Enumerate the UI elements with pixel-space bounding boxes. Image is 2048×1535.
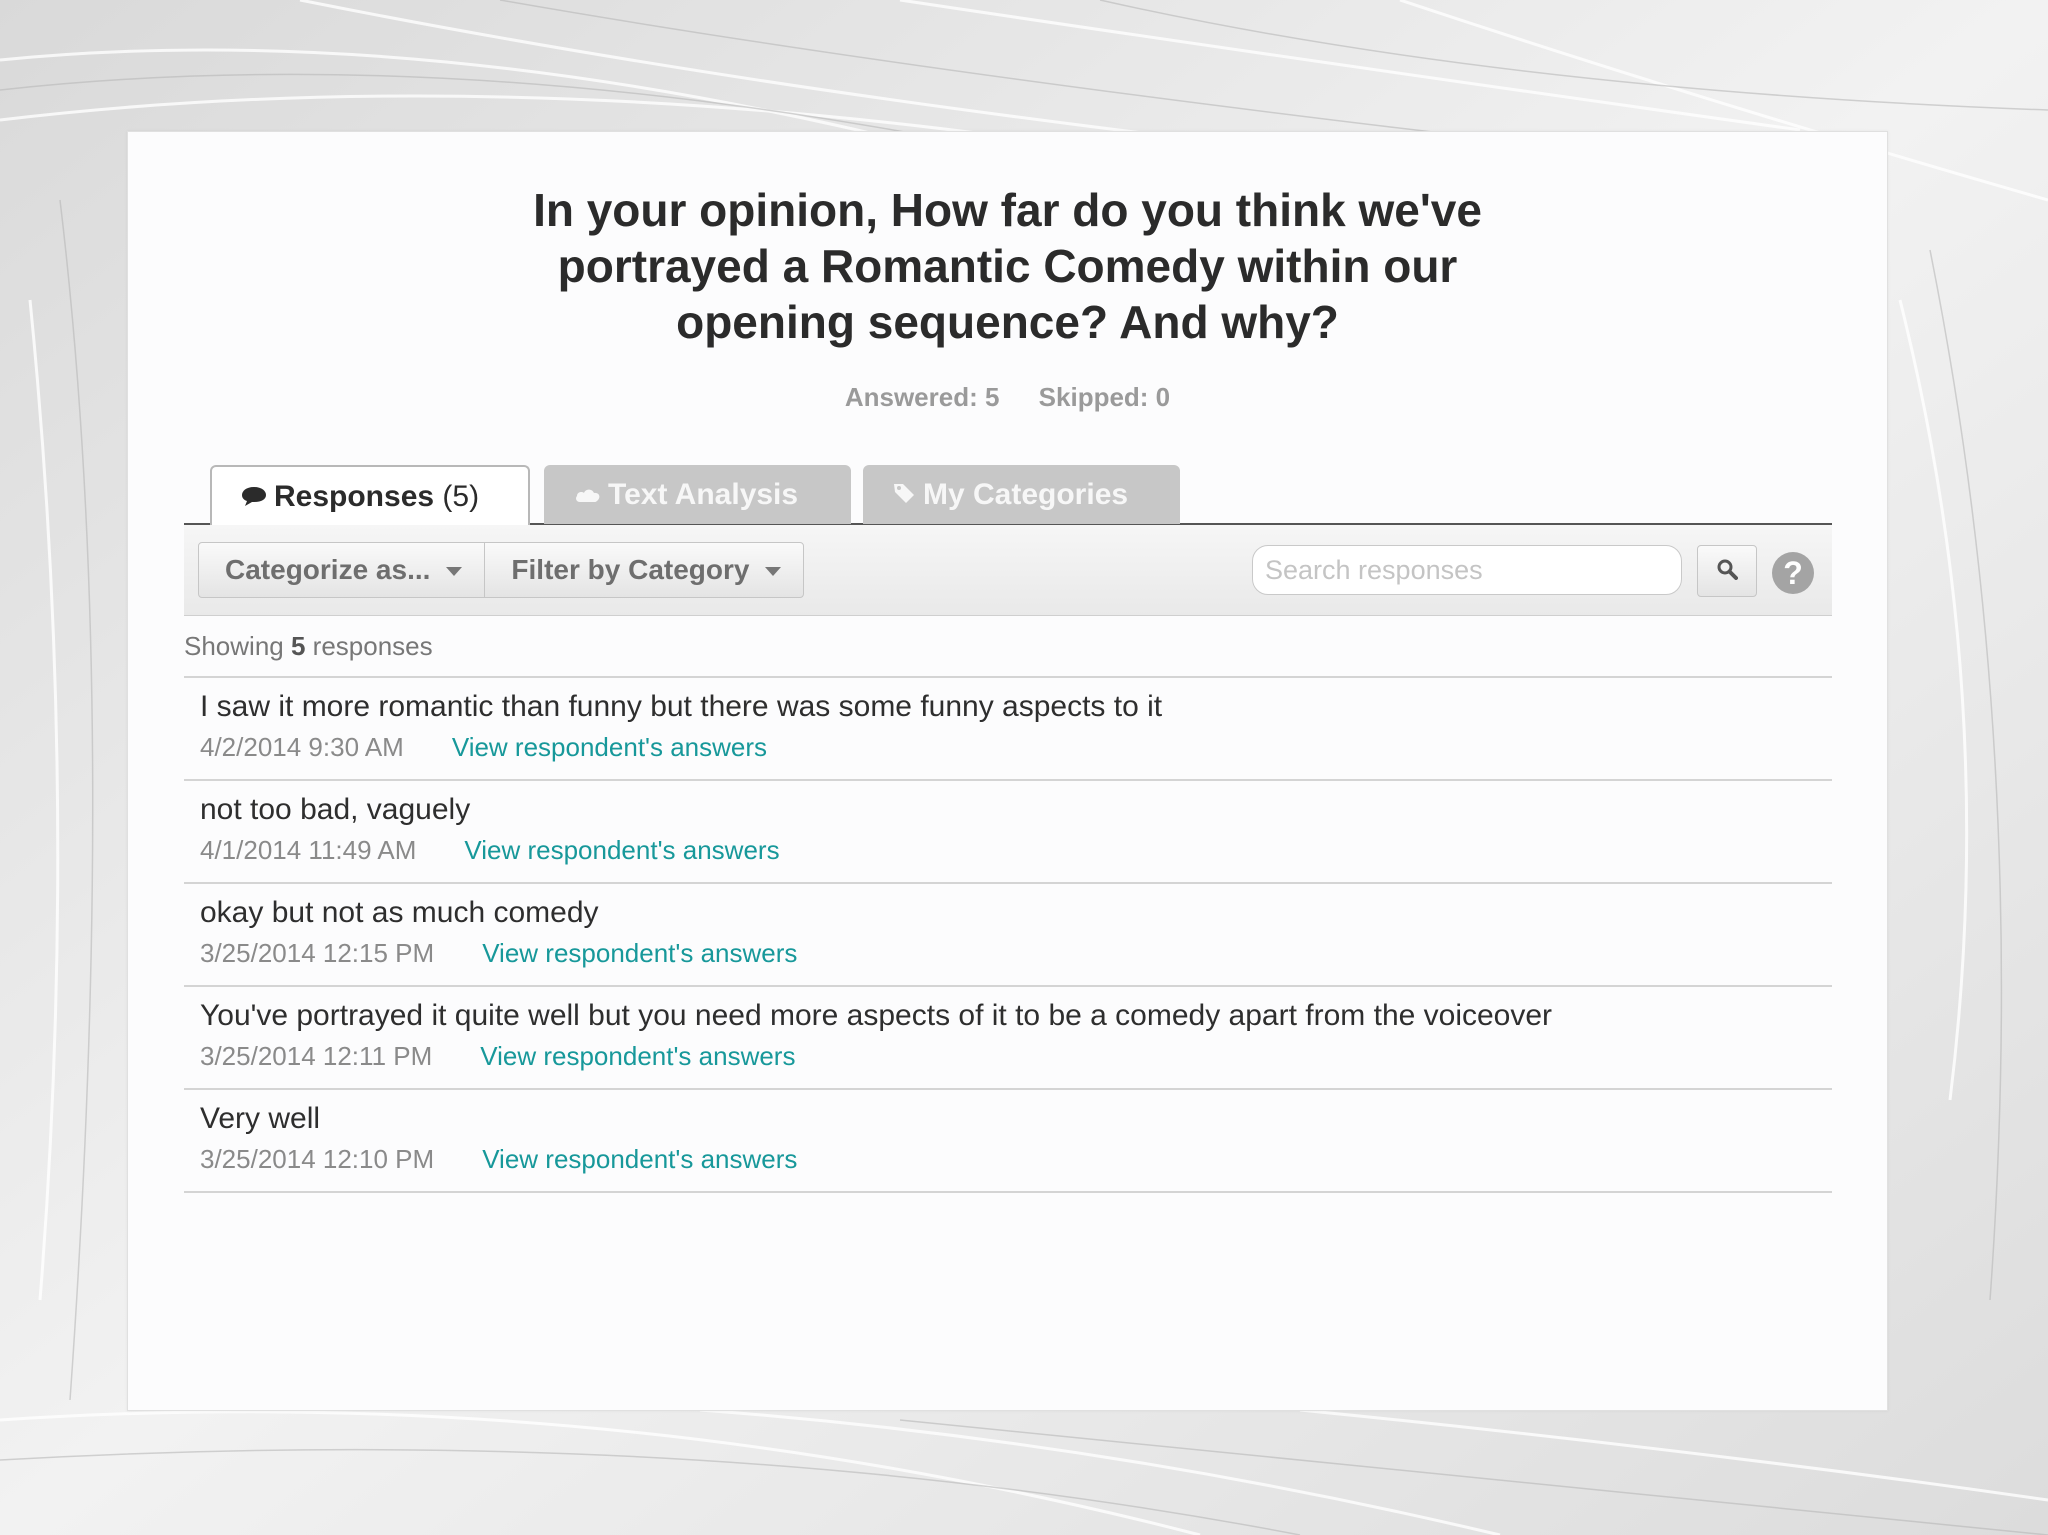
tab-responses-label: Responses: [274, 480, 435, 513]
question-summary-panel: In your opinion, How far do you think we…: [127, 131, 1888, 1411]
skipped-count: Skipped: 0: [1038, 382, 1171, 412]
list-item: Very well 3/25/2014 12:10 PM View respond…: [184, 1088, 1832, 1193]
response-meta: 3/25/2014 12:11 PM View respondent's answ…: [200, 1041, 795, 1072]
response-text: okay but not as much comedy: [200, 896, 599, 929]
list-item: okay but not as much comedy 3/25/2014 12…: [184, 882, 1832, 985]
response-meta: 3/25/2014 12:10 PM View respondent's answ…: [200, 1144, 797, 1175]
tab-text-analysis[interactable]: Text Analysis: [544, 465, 851, 524]
tab-my-categories-label: My Categories: [923, 478, 1129, 511]
search-button[interactable]: [1697, 545, 1757, 597]
list-item: You've portrayed it quite well but you n…: [184, 985, 1832, 1088]
summary-suffix: responses: [305, 631, 433, 661]
view-respondent-answers-link[interactable]: View respondent's answers: [482, 1144, 797, 1174]
help-icon[interactable]: ?: [1772, 552, 1814, 594]
response-toolbar: Categorize as... Filter by Category ?: [184, 525, 1832, 616]
filter-by-category-label: Filter by Category: [511, 554, 750, 585]
response-date: 4/1/2014 11:49 AM: [200, 835, 417, 865]
response-date: 3/25/2014 12:10 PM: [200, 1144, 435, 1174]
category-button-group: Categorize as... Filter by Category: [198, 542, 805, 598]
tab-responses-count: (5): [442, 480, 480, 513]
response-text: You've portrayed it quite well but you n…: [200, 999, 1553, 1032]
tab-my-categories[interactable]: My Categories: [863, 465, 1180, 524]
chevron-down-icon: [446, 567, 463, 577]
response-stats: Answered: 5 Skipped: 0: [128, 382, 1887, 413]
search-icon: [1716, 558, 1738, 585]
categorize-as-dropdown[interactable]: Categorize as...: [199, 543, 484, 597]
speech-bubble-icon: [240, 469, 268, 528]
response-list: I saw it more romantic than funny but th…: [184, 676, 1832, 1193]
response-meta: 4/1/2014 11:49 AM View respondent's answe…: [200, 835, 780, 866]
tab-responses[interactable]: Responses (5): [210, 465, 530, 526]
summary-count: 5: [290, 631, 306, 661]
categorize-as-label: Categorize as...: [225, 554, 431, 585]
list-item: not too bad, vaguely 4/1/2014 11:49 AM Vi…: [184, 779, 1832, 882]
response-date: 3/25/2014 12:15 PM: [200, 938, 435, 968]
response-meta: 3/25/2014 12:15 PM View respondent's answ…: [200, 938, 797, 969]
tag-icon: [891, 467, 917, 526]
list-item: I saw it more romantic than funny but th…: [184, 676, 1832, 779]
view-respondent-answers-link[interactable]: View respondent's answers: [452, 732, 767, 762]
response-meta: 4/2/2014 9:30 AM View respondent's answer…: [200, 732, 767, 763]
response-text: Very well: [200, 1102, 321, 1135]
tab-text-analysis-label: Text Analysis: [608, 478, 799, 511]
response-count-summary: Showing 5 responses: [184, 631, 433, 662]
chevron-down-icon: [765, 567, 782, 577]
response-date: 3/25/2014 12:11 PM: [200, 1041, 433, 1071]
response-text: not too bad, vaguely: [200, 793, 471, 826]
question-title: In your opinion, How far do you think we…: [533, 184, 1482, 348]
cloud-icon: [574, 467, 602, 526]
summary-prefix: Showing: [184, 631, 291, 661]
filter-by-category-dropdown[interactable]: Filter by Category: [484, 543, 803, 597]
view-respondent-answers-link[interactable]: View respondent's answers: [480, 1041, 795, 1071]
response-date: 4/2/2014 9:30 AM: [200, 732, 404, 762]
view-respondent-answers-link[interactable]: View respondent's answers: [482, 938, 797, 968]
view-respondent-answers-link[interactable]: View respondent's answers: [464, 835, 779, 865]
answered-count: Answered: 5: [844, 382, 1000, 412]
response-text: I saw it more romantic than funny but th…: [200, 690, 1163, 723]
search-input[interactable]: [1252, 545, 1682, 595]
